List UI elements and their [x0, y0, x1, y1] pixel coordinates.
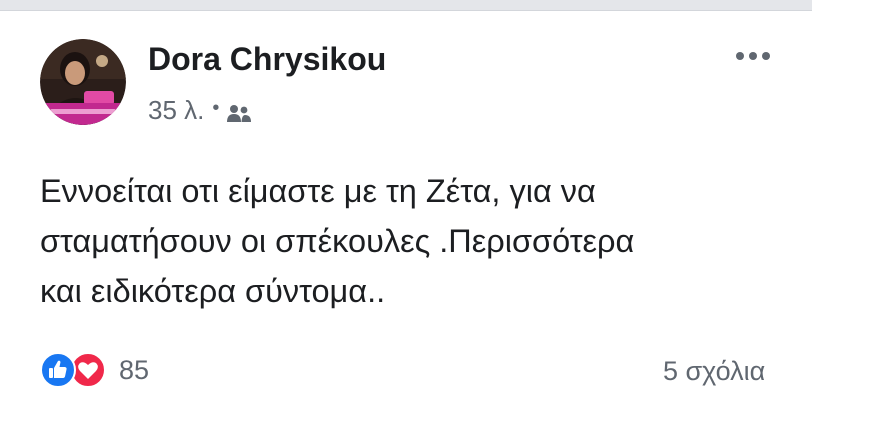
post-text: Εννοείται οτι είμαστε με τη Ζέτα, για να…: [40, 166, 800, 316]
author-name[interactable]: Dora Chrysikou: [148, 41, 386, 78]
reaction-count: 85: [119, 354, 150, 385]
reactions-summary[interactable]: 85: [40, 352, 149, 388]
comments-count[interactable]: 5 σχόλια: [663, 356, 765, 387]
post-text-line: σταματήσουν οι σπέκουλες .Περισσότερα: [40, 223, 635, 259]
post-meta: 35 λ. •: [148, 95, 252, 126]
post-timestamp[interactable]: 35 λ.: [148, 95, 204, 126]
feed-divider: [0, 0, 812, 11]
post-text-line: Εννοείται οτι είμαστε με τη Ζέτα, για να: [40, 173, 596, 209]
feed-post: Dora Chrysikou 35 λ. • Εννοείται οτι είμ…: [0, 11, 812, 411]
meta-separator: •: [212, 97, 220, 119]
avatar-image: [40, 39, 126, 125]
reaction-icons: [40, 352, 112, 388]
avatar[interactable]: [40, 39, 126, 125]
like-icon: [40, 352, 76, 388]
friends-icon[interactable]: [226, 100, 252, 122]
post-text-line: και ειδικότερα σύντομα..: [40, 273, 386, 309]
more-options-icon[interactable]: [734, 49, 772, 63]
